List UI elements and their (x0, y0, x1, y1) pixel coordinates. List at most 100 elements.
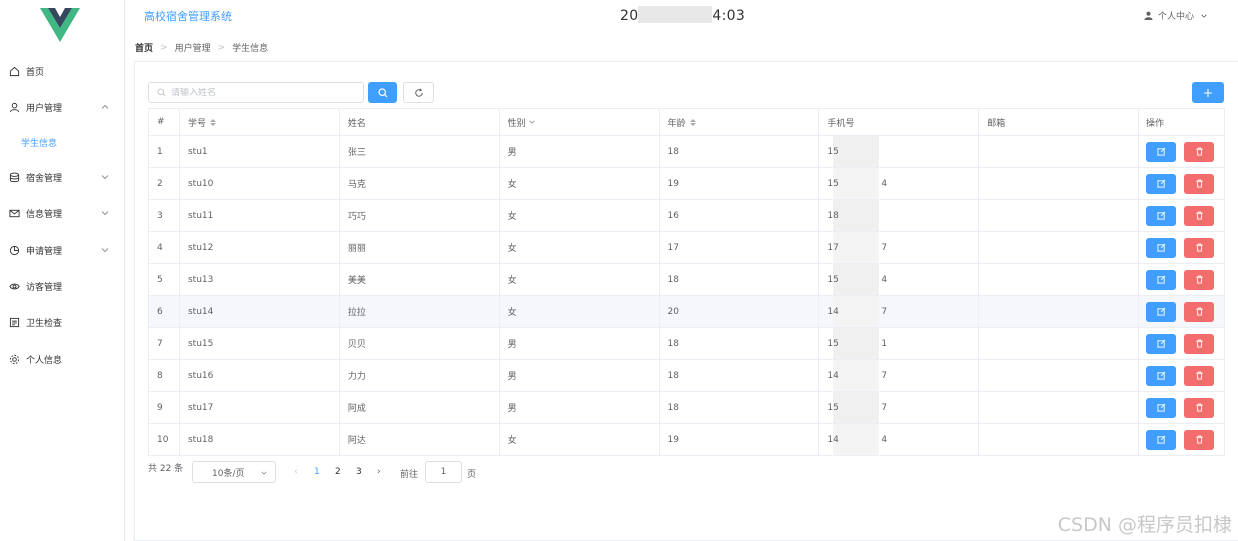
breadcrumb-user-management: 用户管理 (174, 44, 211, 54)
delete-button[interactable] (1184, 429, 1215, 450)
col-header-gender[interactable]: 性别 (500, 109, 660, 135)
delete-button[interactable] (1184, 397, 1215, 418)
sidebar-item-home[interactable]: 首页 (0, 60, 124, 82)
trash-icon (1195, 179, 1203, 188)
edit-button[interactable] (1146, 365, 1177, 386)
phone-suffix: 4 (881, 434, 888, 445)
col-header-index: # (149, 109, 180, 135)
cell-actions (1139, 200, 1225, 231)
table-row: 6 stu14 拉拉女 20 14 7 (149, 296, 1225, 328)
edit-button[interactable] (1146, 301, 1177, 322)
phone-suffix: 7 (881, 370, 888, 381)
cell-phone: 15 4 (819, 168, 980, 199)
edit-button[interactable] (1146, 429, 1177, 450)
breadcrumb: 首页 > 用户管理 > 学生信息 (135, 41, 268, 55)
sort-icon[interactable] (689, 118, 696, 126)
chevron-down-icon (261, 471, 267, 475)
edit-button[interactable] (1146, 237, 1177, 258)
phone-prefix: 14 (827, 306, 839, 317)
delete-button[interactable] (1184, 301, 1215, 322)
sort-icon[interactable] (210, 118, 216, 126)
cell-email (979, 168, 1140, 199)
delete-button[interactable] (1184, 365, 1215, 386)
phone-suffix: 7 (881, 402, 888, 413)
phone-suffix: 7 (881, 306, 888, 317)
page-3[interactable]: 3 (356, 467, 362, 477)
add-student-button[interactable] (1192, 82, 1224, 103)
sidebar-item-user-management[interactable]: 用户管理 (0, 96, 124, 118)
cell-age: 18 (660, 392, 820, 423)
cell-phone: 15 (819, 136, 980, 167)
edit-button[interactable] (1146, 333, 1177, 354)
cell-name: 巧巧 (340, 200, 500, 231)
cell-email (979, 232, 1140, 263)
user-center-dropdown[interactable]: 个人中心 (1144, 9, 1213, 22)
delete-button[interactable] (1184, 205, 1215, 226)
sidebar-item-label: 首页 (26, 67, 45, 78)
page-size-select[interactable]: 10条/页 (192, 461, 276, 483)
prev-page-button[interactable]: ‹ (294, 467, 298, 477)
name-search-input[interactable] (171, 87, 351, 98)
cell-gender: 男 (500, 392, 660, 423)
next-page-button[interactable]: › (377, 467, 381, 477)
sidebar-item-info-management[interactable]: 信息管理 (0, 202, 124, 224)
cell-gender: 女 (500, 232, 660, 263)
refresh-icon (414, 87, 423, 97)
sidebar-item-application-management[interactable]: 申请管理 (0, 239, 124, 261)
cell-name: 美美 (340, 264, 500, 295)
delete-button[interactable] (1184, 237, 1215, 258)
cell-gender: 女 (500, 168, 660, 199)
edit-icon (1156, 435, 1165, 444)
col-header-label: 性别 (507, 118, 526, 129)
clock: 20 4:03 (620, 6, 745, 24)
cell-student-id: stu16 (180, 360, 340, 391)
col-header-phone: 手机号 (819, 109, 980, 135)
breadcrumb-home[interactable]: 首页 (135, 41, 153, 54)
clock-prefix: 20 (620, 8, 639, 24)
cell-phone: 15 1 (819, 328, 980, 359)
sidebar-item-label: 卫生检查 (26, 318, 63, 329)
cell-index: 7 (149, 328, 180, 359)
table-header: # 学号 姓名 性别 年龄 手机号 邮箱 操作 (149, 109, 1225, 136)
edit-button[interactable] (1146, 269, 1177, 290)
edit-button[interactable] (1146, 397, 1177, 418)
filter-chevron-icon[interactable] (528, 118, 536, 126)
sidebar-item-dorm-management[interactable]: 宿舍管理 (0, 166, 124, 188)
sidebar-item-personal-info[interactable]: 个人信息 (0, 348, 124, 370)
clock-suffix: 4:03 (712, 8, 746, 24)
phone-redaction (833, 232, 880, 263)
edit-button[interactable] (1146, 173, 1177, 194)
col-header-age[interactable]: 年龄 (660, 109, 820, 135)
total-count: 共 22 条 (148, 464, 184, 474)
edit-button[interactable] (1146, 141, 1177, 162)
page-2[interactable]: 2 (335, 467, 341, 477)
phone-prefix: 18 (827, 210, 839, 221)
delete-button[interactable] (1184, 141, 1215, 162)
delete-button[interactable] (1184, 269, 1215, 290)
cell-student-id: stu10 (180, 168, 340, 199)
reset-button[interactable] (403, 82, 434, 103)
cell-actions (1139, 232, 1225, 263)
phone-prefix: 15 (827, 146, 839, 157)
goto-page-input[interactable]: 1 (425, 461, 462, 483)
cell-phone: 18 (819, 200, 980, 231)
sidebar-item-student-info[interactable]: 学生信息 (0, 131, 124, 153)
search-button[interactable] (368, 82, 397, 103)
delete-button[interactable] (1184, 333, 1215, 354)
search-box (148, 82, 364, 103)
home-icon (8, 65, 20, 77)
phone-redaction (833, 424, 880, 455)
sidebar-item-visitor-management[interactable]: 访客管理 (0, 275, 124, 297)
delete-button[interactable] (1184, 173, 1215, 194)
page-1[interactable]: 1 (314, 467, 320, 477)
col-header-student-id[interactable]: 学号 (180, 109, 340, 135)
edit-button[interactable] (1146, 205, 1177, 226)
cell-index: 10 (149, 424, 180, 455)
cell-student-id: stu12 (180, 232, 340, 263)
col-header-label: 学号 (187, 118, 206, 129)
sidebar-item-hygiene-check[interactable]: 卫生检查 (0, 311, 124, 333)
cell-email (979, 424, 1140, 455)
edit-icon (1156, 243, 1165, 252)
phone-prefix: 15 (827, 274, 839, 285)
mail-icon (8, 207, 20, 219)
